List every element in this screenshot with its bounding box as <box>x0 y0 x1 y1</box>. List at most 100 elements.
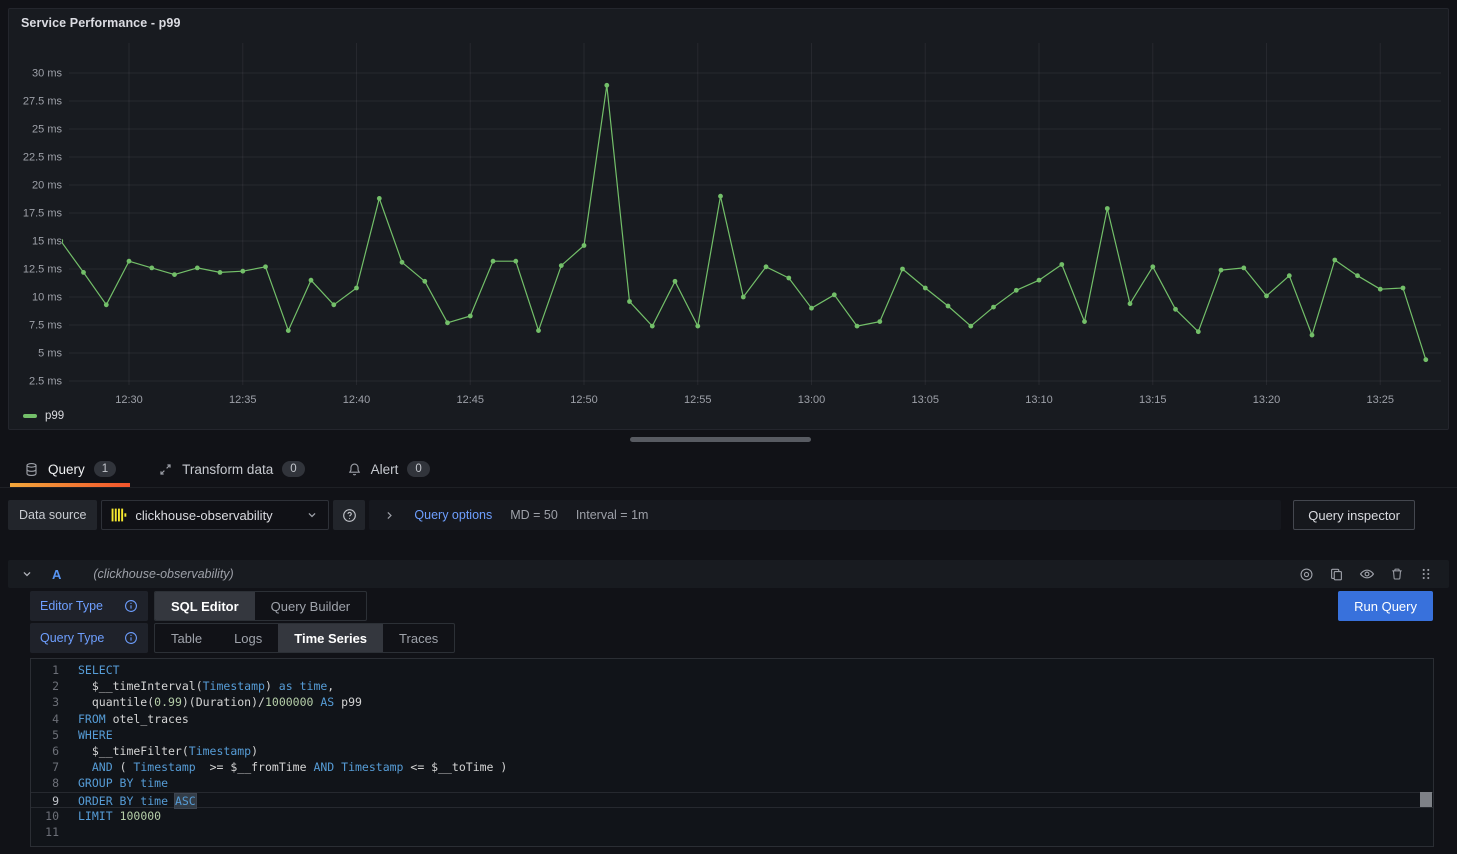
line-number: 3 <box>31 694 59 710</box>
remove-query-icon[interactable] <box>1390 567 1404 581</box>
panel-title[interactable]: Service Performance - p99 <box>21 16 181 30</box>
timeseries-chart[interactable]: 30 ms27.5 ms25 ms22.5 ms20 ms17.5 ms15 m… <box>9 9 1448 429</box>
line-number: 8 <box>31 775 59 791</box>
editor-type-option-query-builder[interactable]: Query Builder <box>255 592 366 620</box>
query-type-label-chip: Query Type <box>30 623 148 653</box>
query-inspector-button[interactable]: Query inspector <box>1293 500 1415 530</box>
database-icon <box>24 462 39 477</box>
sql-line-code <box>59 824 78 840</box>
query-ref-id[interactable]: A <box>52 567 61 582</box>
svg-text:20 ms: 20 ms <box>32 180 62 192</box>
sql-line-code: FROM otel_traces <box>59 711 189 727</box>
info-circle-icon[interactable] <box>124 599 138 613</box>
horizontal-scrollbar[interactable] <box>630 437 811 442</box>
svg-text:12:55: 12:55 <box>684 394 712 406</box>
line-number: 9 <box>31 793 59 807</box>
line-number: 1 <box>31 662 59 678</box>
tab-count-badge: 0 <box>407 461 429 477</box>
editor-cursor-marker <box>1420 792 1432 807</box>
sql-line-code: $__timeInterval(Timestamp) as time, <box>59 678 334 694</box>
query-type-option-traces[interactable]: Traces <box>383 624 454 652</box>
query-type-option-table[interactable]: Table <box>155 624 218 652</box>
svg-text:13:05: 13:05 <box>911 394 939 406</box>
clickhouse-logo-icon <box>111 507 127 523</box>
grafana-panel-editor: Service Performance - p99 30 ms27.5 ms25… <box>0 0 1457 854</box>
svg-text:12:40: 12:40 <box>343 394 371 406</box>
transform-icon <box>158 462 173 477</box>
svg-text:12:45: 12:45 <box>456 394 484 406</box>
bell-icon <box>347 462 362 477</box>
chevron-right-icon[interactable] <box>383 509 396 522</box>
svg-text:27.5 ms: 27.5 ms <box>23 96 63 108</box>
svg-text:15 ms: 15 ms <box>32 236 62 248</box>
svg-text:13:15: 13:15 <box>1139 394 1167 406</box>
line-number: 6 <box>31 743 59 759</box>
legend-series-label: p99 <box>45 410 64 422</box>
tab-transform-data[interactable]: Transform data 0 <box>144 451 318 487</box>
sql-line-code: quantile(0.99)(Duration)/1000000 AS p99 <box>59 694 362 710</box>
sql-line-11: 11 <box>31 824 1433 840</box>
question-circle-icon <box>342 508 357 523</box>
svg-text:12:30: 12:30 <box>115 394 143 406</box>
svg-text:5 ms: 5 ms <box>38 348 62 360</box>
sql-line-code: SELECT <box>59 662 120 678</box>
line-number: 11 <box>31 824 59 840</box>
sql-line-3: 3 quantile(0.99)(Duration)/1000000 AS p9… <box>31 694 1433 710</box>
editor-type-option-sql-editor[interactable]: SQL Editor <box>155 592 255 620</box>
query-type-option-time-series[interactable]: Time Series <box>278 624 383 652</box>
hide-response-icon[interactable] <box>1359 566 1375 582</box>
sql-line-code: WHERE <box>59 727 113 743</box>
editor-type-row: Editor Type SQL EditorQuery Builder <box>30 591 367 621</box>
tab-label: Transform data <box>182 462 273 477</box>
query-type-group: TableLogsTime SeriesTraces <box>154 623 455 653</box>
legend-series-swatch <box>23 414 37 418</box>
svg-text:25 ms: 25 ms <box>32 124 62 136</box>
collapse-query-icon[interactable] <box>20 567 34 581</box>
svg-text:13:25: 13:25 <box>1366 394 1394 406</box>
run-query-button[interactable]: Run Query <box>1338 591 1433 621</box>
sql-line-9: 9ORDER BY time ASC <box>31 792 1433 808</box>
tab-label: Alert <box>371 462 399 477</box>
sql-line-code: $__timeFilter(Timestamp) <box>59 743 258 759</box>
tab-count-badge: 1 <box>94 461 116 477</box>
editor-type-label-chip: Editor Type <box>30 591 148 621</box>
sql-line-4: 4FROM otel_traces <box>31 711 1433 727</box>
datasource-value: clickhouse-observability <box>135 508 297 523</box>
drag-handle-icon[interactable] <box>1419 567 1433 581</box>
chevron-down-icon <box>305 508 319 522</box>
svg-text:7.5 ms: 7.5 ms <box>29 320 63 332</box>
svg-text:12:35: 12:35 <box>229 394 257 406</box>
chart-legend[interactable]: p99 <box>23 410 64 422</box>
query-datasource-hint: (clickhouse-observability) <box>93 567 233 581</box>
tab-count-badge: 0 <box>282 461 304 477</box>
query-type-option-logs[interactable]: Logs <box>218 624 278 652</box>
info-circle-icon[interactable] <box>124 631 138 645</box>
sql-line-8: 8GROUP BY time <box>31 775 1433 791</box>
sql-line-2: 2 $__timeInterval(Timestamp) as time, <box>31 678 1433 694</box>
svg-text:12.5 ms: 12.5 ms <box>23 264 63 276</box>
line-number: 2 <box>31 678 59 694</box>
query-type-label: Query Type <box>40 631 104 645</box>
query-row-header[interactable]: A (clickhouse-observability) <box>8 560 1449 588</box>
record-circle-icon[interactable] <box>1299 567 1314 582</box>
sql-line-code: ORDER BY time ASC <box>59 793 196 807</box>
tab-query[interactable]: Query 1 <box>10 451 130 487</box>
sql-line-code: AND ( Timestamp >= $__fromTime AND Times… <box>59 759 507 775</box>
sql-line-code: GROUP BY time <box>59 775 168 791</box>
datasource-label: Data source <box>8 500 97 530</box>
query-type-row: Query Type TableLogsTime SeriesTraces <box>30 623 455 653</box>
tab-alert[interactable]: Alert 0 <box>333 451 444 487</box>
svg-text:13:20: 13:20 <box>1253 394 1281 406</box>
duplicate-query-icon[interactable] <box>1329 567 1344 582</box>
sql-line-10: 10LIMIT 100000 <box>31 808 1433 824</box>
line-number: 5 <box>31 727 59 743</box>
datasource-help-button[interactable] <box>333 500 365 530</box>
query-options-toggle[interactable]: Query options <box>414 508 492 522</box>
svg-text:10 ms: 10 ms <box>32 292 62 304</box>
query-toolbar: Data source clickhouse-observability Que… <box>8 500 1415 530</box>
sql-code-editor[interactable]: 1SELECT2 $__timeInterval(Timestamp) as t… <box>30 658 1434 847</box>
editor-type-label: Editor Type <box>40 599 103 613</box>
tab-label: Query <box>48 462 85 477</box>
svg-text:13:00: 13:00 <box>798 394 826 406</box>
datasource-picker[interactable]: clickhouse-observability <box>101 500 329 530</box>
